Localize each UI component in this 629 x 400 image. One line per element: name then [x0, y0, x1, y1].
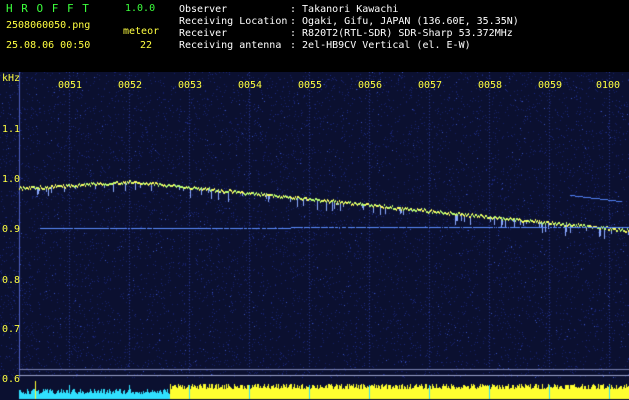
time-tick-label: 0053 — [178, 80, 203, 91]
time-tick-label: 0051 — [58, 80, 83, 91]
info-receiver-key: Receiver — [179, 28, 228, 39]
freq-tick-label: 0.7 — [2, 324, 21, 335]
meteor-count: 22 — [140, 40, 153, 51]
info-observer-value: : Takanori Kawachi — [290, 4, 399, 15]
spectrogram — [0, 72, 629, 400]
file-name: 2508060050.png — [6, 20, 91, 31]
freq-tick-label: 0.6 — [2, 374, 21, 385]
freq-unit-label: kHz — [2, 73, 21, 84]
file-datetime: 25.08.06 00:50 — [6, 40, 91, 51]
app-version: 1.0.0 — [125, 3, 156, 14]
app-name: H R O F F T — [6, 2, 90, 15]
info-antenna-key: Receiving antenna — [179, 40, 282, 51]
header-panel: H R O F F T 1.0.0 2508060050.png 25.08.0… — [0, 0, 629, 72]
info-observer-key: Observer — [179, 4, 228, 15]
freq-tick-label: 1.0 — [2, 174, 21, 185]
freq-tick-label: 1.1 — [2, 124, 21, 135]
freq-tick-label: 0.9 — [2, 224, 21, 235]
freq-tick-label: 0.8 — [2, 275, 21, 286]
time-tick-label: 0056 — [358, 80, 383, 91]
info-receiver-value: : R820T2(RTL-SDR) SDR-Sharp 53.372MHz — [290, 28, 513, 39]
time-tick-label: 0055 — [298, 80, 323, 91]
info-antenna-value: : 2el-HB9CV Vertical (el. E-W) — [290, 40, 471, 51]
time-tick-label: 0052 — [118, 80, 143, 91]
time-tick-label: 0058 — [478, 80, 503, 91]
info-location-key: Receiving Location — [179, 16, 288, 27]
time-tick-label: 0059 — [538, 80, 563, 91]
time-tick-label: 0054 — [238, 80, 263, 91]
meteor-label: meteor — [123, 26, 160, 37]
time-tick-label: 0057 — [418, 80, 443, 91]
info-location-value: : Ogaki, Gifu, JAPAN (136.60E, 35.35N) — [290, 16, 519, 27]
time-tick-label: 0100 — [596, 80, 621, 91]
